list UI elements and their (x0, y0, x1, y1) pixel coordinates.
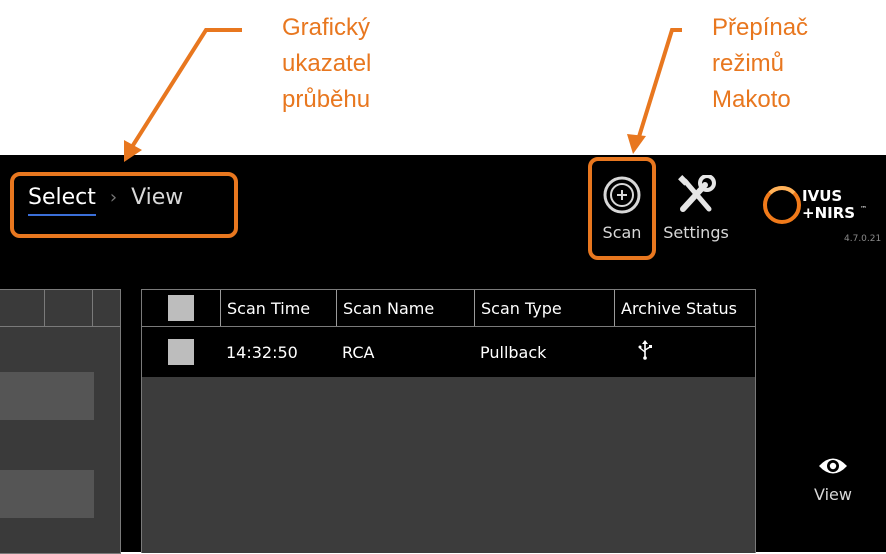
left-panel-item[interactable] (0, 372, 94, 420)
arrow-head (627, 134, 646, 154)
logo-tm: ™ (860, 205, 867, 213)
column-header-scan-type[interactable]: Scan Type (474, 290, 614, 326)
settings-label: Settings (663, 223, 729, 242)
cell-scan-time: 14:32:50 (226, 342, 298, 362)
mode-switch-callout: Přepínač režimů Makoto (712, 10, 808, 118)
callout-line: průběhu (282, 86, 371, 113)
select-all-checkbox-cell (142, 290, 220, 326)
callout-line: Přepínač (712, 14, 809, 41)
view-button[interactable]: View (800, 455, 866, 504)
cell-archive-status (614, 340, 755, 364)
version-label: 4.7.0.21 (844, 234, 882, 244)
scan-table: Scan Time Scan Name Scan Type Archive St… (141, 289, 756, 553)
callout-line: Grafický (282, 14, 371, 41)
logo-line2: +NIRS (802, 204, 855, 222)
view-label: View (814, 485, 852, 504)
left-panel (0, 289, 121, 554)
left-column-divider (44, 290, 45, 326)
callout-line: ukazatel (282, 50, 372, 77)
settings-button[interactable]: Settings (658, 174, 734, 242)
usb-icon (638, 340, 652, 360)
progress-indicator-callout: Grafický ukazatel průběhu (282, 10, 371, 118)
table-row[interactable]: 14:32:50 RCA Pullback (142, 327, 755, 377)
eye-icon (819, 458, 847, 474)
row-checkbox[interactable] (168, 339, 194, 365)
left-panel-item[interactable] (0, 470, 94, 518)
cell-scan-name: RCA (342, 342, 375, 362)
callout-line: Makoto (712, 86, 791, 113)
row-checkbox-cell (142, 339, 220, 365)
left-panel-header (0, 290, 120, 327)
table-header: Scan Time Scan Name Scan Type Archive St… (142, 290, 755, 327)
callout-line: režimů (712, 50, 785, 77)
breadcrumb-highlight (10, 172, 238, 238)
progress-indicator-arrow (128, 28, 242, 152)
column-header-scan-time[interactable]: Scan Time (220, 290, 336, 326)
wrench-screwdriver-icon (678, 174, 716, 212)
select-all-checkbox[interactable] (168, 295, 194, 321)
scan-button-highlight (588, 157, 656, 260)
cell-scan-type: Pullback (480, 342, 547, 362)
logo-line1: IVUS (802, 187, 842, 205)
column-header-archive-status[interactable]: Archive Status (614, 290, 755, 326)
column-header-scan-name[interactable]: Scan Name (336, 290, 474, 326)
left-column-divider (92, 290, 93, 326)
mode-switch-arrow (636, 28, 682, 141)
